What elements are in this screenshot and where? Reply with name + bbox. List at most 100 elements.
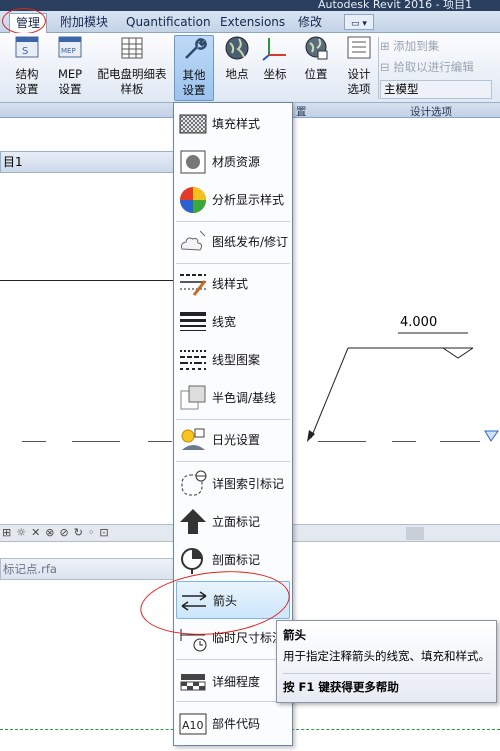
- dashed-line-segment: [440, 441, 480, 442]
- coordinates-axes-icon: [262, 38, 286, 61]
- design-options-icon: [347, 36, 371, 59]
- menu-item-line-patterns[interactable]: 线型图案: [176, 341, 290, 379]
- pick-to-edit-command[interactable]: ⊟ 拾取以进行编辑: [380, 57, 492, 78]
- menu-item-label: 材质资源: [212, 155, 261, 169]
- design-options-commands: ⊞ 添加到集 ⊟ 拾取以进行编辑 主模型: [380, 36, 492, 99]
- tab-extensions[interactable]: Extensions: [214, 13, 291, 33]
- svg-text:A10: A10: [182, 719, 204, 732]
- add-to-set-command[interactable]: ⊞ 添加到集: [380, 36, 492, 57]
- menu-item-analysis-display-styles[interactable]: 分析显示样式: [176, 181, 290, 219]
- ribbon-tab-bar: 管理 附加模块 Quantification Extensions 修改 ▭ ▾: [0, 11, 500, 34]
- sheet-revision-icon: [181, 230, 206, 251]
- wall-line: [0, 280, 175, 281]
- menu-item-label: 立面标记: [212, 515, 261, 529]
- panel-schedule-label: 配电盘明细表 样板: [97, 67, 167, 96]
- dashed-line-segment: [22, 441, 46, 442]
- menu-item-line-styles[interactable]: 线样式: [176, 265, 290, 303]
- line-style-icon: [180, 274, 207, 296]
- menu-separator: [176, 419, 290, 420]
- additional-settings-menu: 填充样式 材质资源 分析显示样式 图纸发布/修订 线样式 线宽 线型图案 半色调…: [173, 102, 293, 746]
- design-options-button[interactable]: 设计 选项: [342, 35, 376, 97]
- view-tab[interactable]: 目1: [0, 151, 175, 173]
- menu-item-label: 线宽: [212, 315, 237, 329]
- panel-schedule-templates-button[interactable]: 配电盘明细表 样板: [94, 35, 170, 97]
- dashed-line-segment: [72, 441, 120, 442]
- sun-settings-icon: [181, 428, 205, 450]
- tab-quantification[interactable]: Quantification: [120, 13, 217, 33]
- menu-item-line-weights[interactable]: 线宽: [176, 303, 290, 341]
- elevation-value: 4.000: [400, 315, 438, 330]
- location-button[interactable]: 地点: [220, 35, 254, 82]
- menu-item-label: 分析显示样式: [212, 193, 285, 207]
- menu-item-label: 半色调/基线: [212, 391, 277, 405]
- menu-separator: [176, 263, 290, 264]
- detail-level-icon: [180, 674, 206, 691]
- callout-tag-icon: [181, 470, 207, 496]
- tab-addins[interactable]: 附加模块: [54, 13, 114, 33]
- svg-text:MEP: MEP: [61, 47, 76, 55]
- panel-schedule-icon: [121, 37, 143, 59]
- scrollbar-thumb[interactable]: [406, 527, 424, 540]
- menu-item-sun-settings[interactable]: 日光设置: [176, 421, 290, 459]
- pick-to-edit-icon: ⊟: [380, 60, 394, 74]
- menu-item-callout-tags[interactable]: 详图索引标记: [176, 465, 290, 503]
- menu-item-label: 线型图案: [212, 353, 261, 367]
- section-tag-icon: [181, 548, 203, 574]
- menu-item-label: 详细程度: [212, 675, 261, 689]
- pick-to-edit-label: 拾取以进行编辑: [393, 60, 474, 74]
- dashed-line-segment: [318, 441, 366, 442]
- fill-pattern-icon: [179, 114, 207, 134]
- mep-settings-icon: MEP: [58, 36, 82, 58]
- svg-text:S: S: [22, 46, 28, 57]
- menu-separator: [176, 461, 290, 462]
- material-assets-icon: [180, 150, 206, 174]
- menu-item-detail-level[interactable]: 详细程度: [176, 663, 290, 701]
- tooltip: 箭头 用于指定注释箭头的线宽、填充和样式。 按 F1 键获得更多帮助: [276, 620, 497, 703]
- line-pattern-icon: [180, 350, 206, 370]
- dashed-line-segment: [148, 441, 172, 442]
- elevation-tag-icon: [180, 509, 206, 534]
- halftone-icon: [180, 385, 206, 410]
- coordinates-button[interactable]: 坐标: [258, 35, 292, 82]
- view-control-icons[interactable]: ⊞☼✕⊗⊘↻◦⊡: [2, 526, 114, 539]
- structural-settings-button[interactable]: S 结构 设置: [8, 35, 46, 97]
- additional-settings-label: 其他 设置: [182, 68, 206, 97]
- dropdown-icon: ▭ ▾: [351, 19, 367, 29]
- position-label: 位置: [304, 67, 328, 81]
- wrench-icon: [185, 38, 207, 59]
- analysis-display-icon: [180, 187, 206, 213]
- menu-item-assembly-code[interactable]: A10 部件代码: [176, 705, 290, 743]
- structural-settings-label: 结构 设置: [15, 67, 39, 96]
- mep-settings-button[interactable]: MEP MEP 设置: [50, 35, 90, 97]
- menu-item-label: 部件代码: [212, 717, 261, 731]
- add-to-set-label: 添加到集: [393, 39, 440, 53]
- menu-item-sheet-revisions[interactable]: 图纸发布/修订: [176, 223, 290, 261]
- main-model-select[interactable]: 主模型: [380, 80, 492, 99]
- assembly-code-icon: A10: [179, 713, 207, 735]
- menu-item-halftone-underlay[interactable]: 半色调/基线: [176, 379, 290, 417]
- menu-separator: [176, 701, 290, 702]
- level-marker-icon: [484, 430, 499, 442]
- position-button[interactable]: 位置: [298, 35, 334, 82]
- menu-item-elevation-tags[interactable]: 立面标记: [176, 503, 290, 541]
- tooltip-title: 箭头: [283, 628, 306, 642]
- tab-modify[interactable]: 修改: [292, 13, 328, 33]
- panel-label-location: 置: [296, 106, 307, 118]
- menu-item-label: 图纸发布/修订: [212, 235, 289, 249]
- family-tab[interactable]: 标记点.rfa: [0, 558, 175, 580]
- mep-settings-label: MEP 设置: [57, 67, 83, 96]
- menu-item-label: 线样式: [212, 277, 249, 291]
- red-annotation-circle-tab: [2, 8, 46, 34]
- panel-label-design-options: 设计选项: [410, 106, 452, 118]
- menu-item-label: 填充样式: [212, 117, 261, 131]
- tooltip-description: 用于指定注释箭头的线宽、填充和样式。: [283, 649, 490, 663]
- line-weight-icon: [180, 312, 206, 331]
- window-title: Autodesk Revit 2016 - 项目1: [318, 0, 473, 11]
- menu-item-fill-patterns[interactable]: 填充样式: [176, 105, 290, 143]
- menu-item-label: 日光设置: [212, 433, 261, 447]
- menu-item-material-assets[interactable]: 材质资源: [176, 143, 290, 181]
- add-to-set-icon: ⊞: [380, 39, 394, 53]
- position-globe-icon: [305, 36, 328, 60]
- additional-settings-button[interactable]: 其他 设置: [174, 35, 214, 101]
- panel-toggle-button[interactable]: ▭ ▾: [344, 14, 374, 30]
